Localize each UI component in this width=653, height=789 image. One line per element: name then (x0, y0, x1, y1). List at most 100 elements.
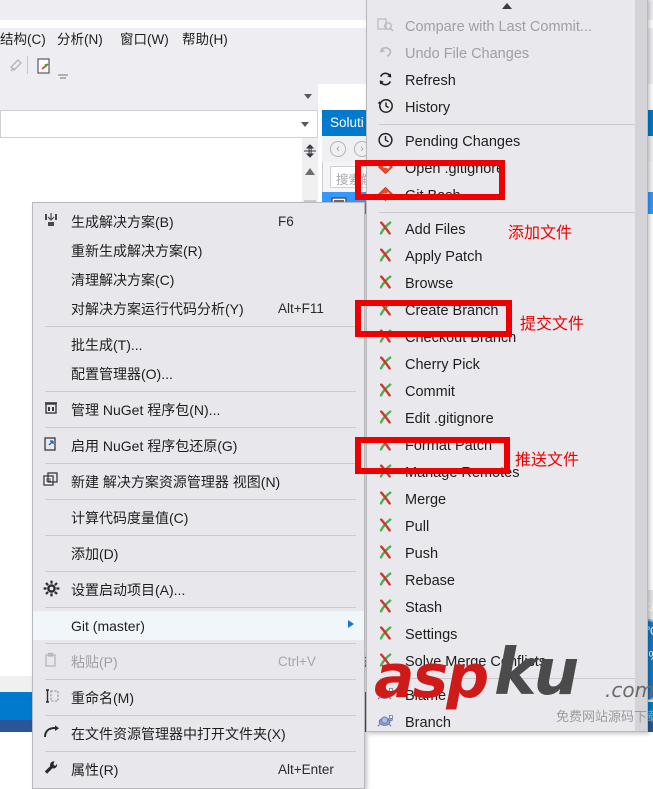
nav-back-icon[interactable]: ‹ (330, 141, 346, 157)
git-submenu[interactable]: Compare with Last Commit... Undo File Cha… (366, 0, 648, 732)
menu-item[interactable]: Pending Changes (367, 128, 647, 155)
menu-item[interactable]: 新建 解决方案资源管理器 视图(N) (33, 467, 364, 496)
menu-item[interactable]: 计算代码度量值(C) (33, 503, 364, 532)
menu-window[interactable]: 窗口(W) (120, 28, 169, 48)
menu-item-label: 启用 NuGet 程序包还原(G) (71, 437, 238, 454)
menu-item[interactable]: Branch (367, 709, 647, 731)
commit-highlight (355, 300, 512, 337)
git-x-icon (377, 220, 394, 240)
menu-item-label: 生成解决方案(B) (71, 213, 174, 230)
menu-item-icon-slot (367, 247, 403, 267)
menu-item-icon-slot (367, 132, 403, 152)
menu-item[interactable]: 在文件资源管理器中打开文件夹(X) (33, 719, 364, 748)
git-x-icon (377, 571, 394, 591)
split-icon[interactable] (303, 144, 317, 158)
menu-item-label: 粘贴(P) (71, 653, 118, 670)
menu-item[interactable]: Rebase (367, 567, 647, 594)
menu-item[interactable]: Push (367, 540, 647, 567)
menu-item[interactable]: Cherry Pick (367, 351, 647, 378)
menu-item[interactable]: 管理 NuGet 程序包(N)... (33, 395, 364, 424)
menu-separator (45, 679, 356, 680)
menu-help[interactable]: 帮助(H) (182, 28, 228, 48)
menu-item[interactable]: Merge (367, 486, 647, 513)
menu-item[interactable]: 设置启动项目(A)... (33, 575, 364, 604)
menu-item-label: Browse (405, 275, 454, 292)
menu-analyze[interactable]: 分析(N) (57, 28, 103, 48)
menu-item-icon-slot (367, 355, 403, 375)
menu-item-icon-slot (367, 625, 403, 645)
menu-item-label: Branch (405, 714, 451, 731)
menu-item-icon-slot (367, 571, 403, 591)
menu-item[interactable]: 生成解决方案(B) F6 (33, 207, 364, 236)
menu-item-icon-slot (367, 382, 403, 402)
menu-separator (45, 607, 356, 608)
git-x-icon (377, 625, 394, 645)
menu-item-label: 属性(R) (71, 761, 119, 778)
gear-icon (43, 580, 60, 600)
menu-item[interactable]: Add Files (367, 216, 647, 243)
nuget-icon (43, 400, 59, 419)
solution-explorer-title-text: Soluti (330, 115, 364, 130)
menu-item-icon-slot (33, 760, 69, 779)
menu-item-icon-slot (367, 71, 403, 91)
menu-item-icon-slot (367, 274, 403, 294)
page-go-icon[interactable] (36, 57, 54, 80)
menu-item[interactable]: Settings (367, 621, 647, 648)
chevron-down-icon[interactable] (301, 122, 309, 127)
solution-context-menu[interactable]: 生成解决方案(B) F6 重新生成解决方案(R) 清理解决方案(C) 对解决方案运行代码… (32, 202, 365, 789)
nuget-restore-icon (43, 436, 59, 455)
menu-item-icon-slot (367, 490, 403, 510)
chevron-down-icon[interactable] (304, 94, 312, 99)
scroll-up-arrow[interactable] (367, 0, 647, 13)
menu-structure[interactable]: 结构(C) (0, 28, 46, 48)
pin-icon[interactable] (8, 58, 24, 79)
history-icon (377, 98, 394, 118)
menu-item[interactable]: Refresh (367, 67, 647, 94)
menu-item-icon-slot (33, 724, 69, 743)
git-x-icon (377, 490, 394, 510)
menu-separator (379, 124, 639, 125)
menu-item[interactable]: 清理解决方案(C) (33, 265, 364, 294)
editor-dropdown-row (0, 84, 318, 110)
scroll-up-arrow[interactable] (305, 168, 315, 175)
menu-item[interactable]: Edit .gitignore (367, 405, 647, 432)
menu-item[interactable]: Solve Merge Conflicts (367, 648, 647, 675)
menu-separator (45, 715, 356, 716)
menu-item[interactable]: 启用 NuGet 程序包还原(G) (33, 431, 364, 460)
tortoise-icon (376, 686, 394, 705)
menu-item[interactable]: Git (master) (33, 611, 364, 640)
widget-percent: % (648, 648, 653, 663)
menu-item[interactable]: Pull (367, 513, 647, 540)
menu-item-icon-slot (33, 689, 69, 706)
editor-combobox[interactable] (0, 110, 318, 138)
submenu-scrollbar[interactable] (635, 0, 647, 731)
menu-item[interactable]: 配置管理器(O)... (33, 359, 364, 388)
menu-item[interactable]: Blame (367, 682, 647, 709)
menu-item[interactable]: 添加(D) (33, 539, 364, 568)
menu-item[interactable]: 重命名(M) (33, 683, 364, 712)
menu-item[interactable]: 重新生成解决方案(R) (33, 236, 364, 265)
add-files-note: 添加文件 (508, 223, 573, 242)
submenu-arrow-icon[interactable] (348, 620, 354, 628)
menu-item[interactable]: History (367, 94, 647, 121)
menu-item-label: 在文件资源管理器中打开文件夹(X) (71, 725, 286, 742)
menu-separator (379, 212, 639, 213)
menu-item-icon-slot (367, 409, 403, 429)
menu-item-icon-slot (367, 652, 403, 672)
menu-item[interactable]: 批生成(T)... (33, 330, 364, 359)
menu-item-label: 添加(D) (71, 545, 119, 562)
menu-item[interactable]: Apply Patch (367, 243, 647, 270)
menu-item-label: Apply Patch (405, 248, 483, 265)
menu-item-icon-slot (33, 472, 69, 491)
menu-item[interactable]: Stash (367, 594, 647, 621)
menu-item-label: 重命名(M) (71, 689, 134, 706)
clock-icon (377, 132, 394, 152)
menu-item-label: Solve Merge Conflicts (405, 653, 547, 670)
menu-item-icon-slot (33, 580, 69, 600)
menu-item[interactable]: Commit (367, 378, 647, 405)
new-view-icon (43, 472, 59, 491)
menu-item[interactable]: Browse (367, 270, 647, 297)
menu-item[interactable]: 对解决方案运行代码分析(Y) Alt+F11 (33, 294, 364, 323)
menu-item-label: 对解决方案运行代码分析(Y) (71, 300, 244, 317)
menu-item[interactable]: 属性(R) Alt+Enter (33, 755, 364, 784)
